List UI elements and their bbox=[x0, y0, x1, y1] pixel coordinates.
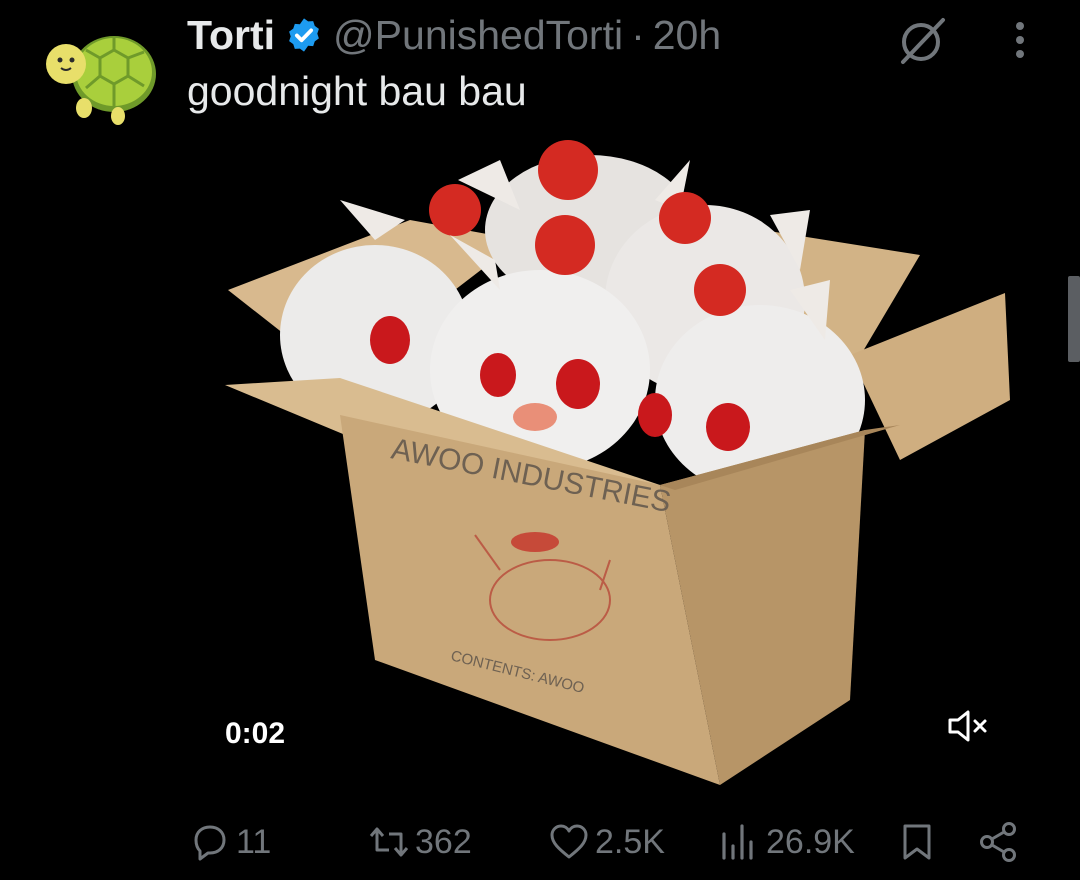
reply-icon bbox=[194, 825, 226, 861]
share-button[interactable] bbox=[976, 812, 1020, 872]
like-button[interactable]: 2.5K bbox=[547, 812, 665, 872]
share-icon bbox=[980, 822, 1016, 862]
bookmark-button[interactable] bbox=[895, 812, 939, 872]
bookmark-icon bbox=[903, 824, 931, 860]
repost-button[interactable]: 362 bbox=[367, 812, 472, 872]
video-timestamp: 0:02 bbox=[225, 717, 286, 750]
views-icon bbox=[722, 824, 753, 860]
grok-icon[interactable] bbox=[893, 12, 949, 68]
mute-icon[interactable] bbox=[944, 706, 992, 746]
author-name[interactable]: Torti bbox=[187, 12, 275, 59]
verified-badge-icon bbox=[289, 18, 319, 52]
avatar[interactable] bbox=[44, 22, 160, 126]
views-button[interactable]: 26.9K bbox=[718, 812, 855, 872]
timestamp[interactable]: 20h bbox=[653, 12, 721, 59]
views-count: 26.9K bbox=[766, 822, 855, 861]
video-frame: AWOO INDUSTRIES CONTENTS: AWOO bbox=[225, 140, 1010, 785]
reply-count: 11 bbox=[236, 822, 272, 861]
action-bar: 11 362 2.5K 26.9K bbox=[0, 812, 1080, 872]
like-count: 2.5K bbox=[595, 822, 665, 861]
scrollbar[interactable] bbox=[1068, 276, 1080, 362]
repost-count: 362 bbox=[415, 822, 472, 861]
more-icon[interactable] bbox=[1006, 16, 1034, 64]
repost-icon bbox=[369, 827, 409, 857]
reply-button[interactable]: 11 bbox=[188, 812, 271, 872]
separator: · bbox=[631, 11, 645, 58]
author-handle[interactable]: @PunishedTorti bbox=[333, 12, 623, 59]
tweet-text: goodnight bau bau bbox=[187, 68, 527, 114]
tweet[interactable]: Torti @PunishedTorti · 20h goodnight bau… bbox=[0, 0, 1080, 880]
video-player[interactable]: AWOO INDUSTRIES CONTENTS: AWOO 0:02 bbox=[200, 140, 1040, 800]
like-icon bbox=[550, 824, 588, 859]
tweet-header: Torti @PunishedTorti · 20h bbox=[187, 10, 721, 60]
